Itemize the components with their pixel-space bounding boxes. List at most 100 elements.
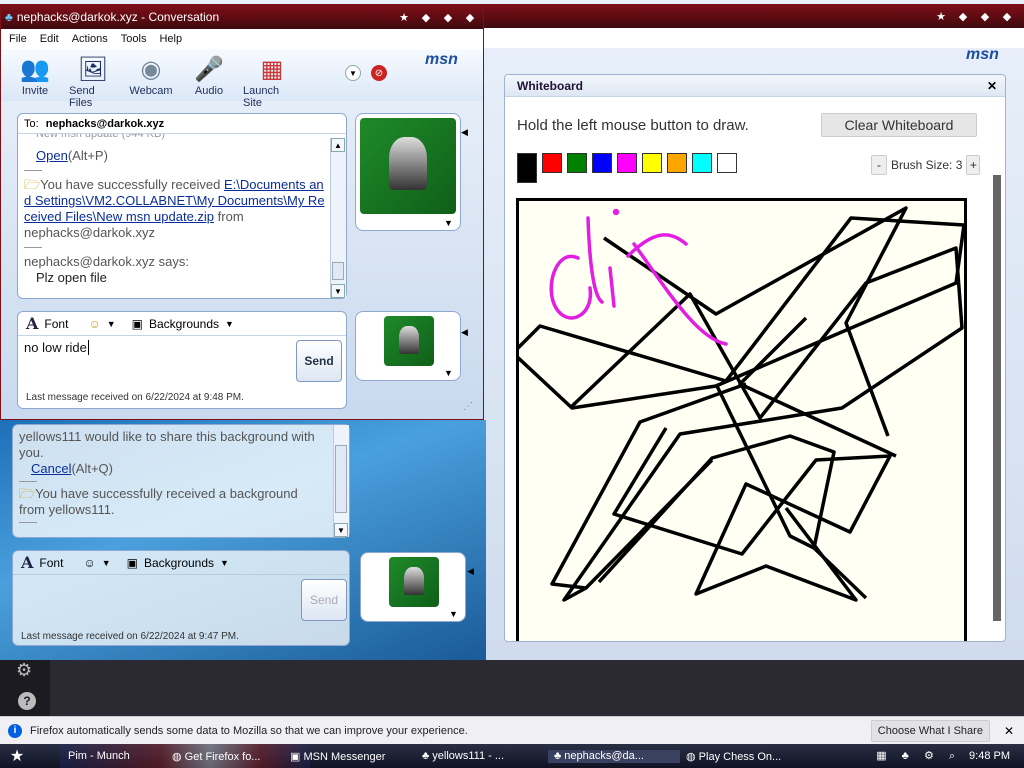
taskbar-item-active[interactable]: ♣ nephacks@da... [548, 749, 680, 763]
cancel-link[interactable]: Cancel [31, 461, 71, 476]
color-swatch[interactable] [642, 153, 662, 173]
backgrounds-button[interactable]: Backgrounds [144, 556, 214, 570]
recipient-address: nephacks@darkok.xyz [45, 118, 165, 130]
chevron-down-icon[interactable]: ▼ [107, 319, 116, 329]
scrollbar[interactable]: ▼ [333, 425, 349, 537]
received-background-message: You have successfully received a backgro… [19, 486, 298, 517]
window-title: nephacks@darkok.xyz - Conversation [16, 10, 220, 24]
chevron-down-icon[interactable]: ▼ [444, 368, 453, 378]
choose-what-i-share-button[interactable]: Choose What I Share [870, 719, 990, 742]
color-swatch[interactable] [517, 153, 537, 183]
msn-icon: ▣ [290, 750, 301, 763]
maximize-icon[interactable]: ◆ [441, 10, 455, 24]
toolbar: 👥 Invite 🖼 Send Files ◉ Webcam 🎤 Audio ▦ Laun… [1, 49, 483, 109]
chevron-down-icon[interactable]: ▼ [345, 65, 361, 81]
help-icon[interactable]: ? [18, 692, 36, 710]
chevron-down-icon[interactable]: ▼ [102, 558, 111, 568]
brush-size-control: - Brush Size: 3 + [871, 155, 981, 175]
background-window-titlebar[interactable]: ★ ◆ ◆ ◆ [480, 4, 1024, 28]
font-button[interactable]: Font [39, 556, 63, 570]
color-swatch[interactable] [667, 153, 687, 173]
chevron-right-icon[interactable]: ◀ [467, 566, 474, 577]
taskbar-item[interactable]: ◍ Play Chess On... [680, 750, 812, 763]
scroll-thumb[interactable] [335, 445, 347, 513]
drawing-canvas[interactable] [516, 198, 967, 642]
backgrounds-icon[interactable]: ▣ [127, 556, 138, 570]
font-icon[interactable]: A [26, 314, 38, 333]
taskbar-item[interactable]: ♣ yellows111 - ... [416, 750, 548, 763]
backgrounds-button[interactable]: Backgrounds [149, 317, 219, 331]
chat-scrollbar[interactable]: ▲ ▼ [330, 138, 346, 298]
color-swatch[interactable] [717, 153, 737, 173]
color-swatch[interactable] [617, 153, 637, 173]
webcam-button[interactable]: ◉ Webcam [127, 53, 175, 98]
resize-grip-icon[interactable]: ⋰ [463, 401, 473, 412]
start-button[interactable]: ★ [0, 746, 34, 766]
chevron-down-icon[interactable]: ▼ [225, 319, 234, 329]
emoticon-icon[interactable]: ☺ [88, 317, 100, 331]
conversation-window: ♣ nephacks@darkok.xyz - Conversation ★ ◆… [0, 4, 484, 420]
close-icon[interactable]: ✕ [1004, 724, 1014, 738]
firefox-notification-bar: i Firefox automatically sends some data … [0, 716, 1024, 744]
window-titlebar[interactable]: ♣ nephacks@darkok.xyz - Conversation ★ ◆… [1, 5, 483, 29]
msn-icon: ♣ [422, 749, 430, 762]
scroll-down-icon[interactable]: ▼ [331, 284, 345, 298]
minimize-icon[interactable]: ◆ [419, 10, 433, 24]
launch-site-button[interactable]: ▦ Launch Site [243, 53, 301, 110]
color-swatch[interactable] [542, 153, 562, 173]
star-icon[interactable]: ★ [934, 9, 948, 23]
audio-button[interactable]: 🎤 Audio [185, 53, 233, 98]
send-button[interactable]: Send [296, 340, 342, 382]
chevron-right-icon[interactable]: ◀ [461, 127, 468, 138]
scroll-thumb[interactable] [332, 262, 344, 280]
chevron-down-icon[interactable]: ▼ [444, 218, 453, 228]
block-icon[interactable]: ⊘ [371, 65, 387, 81]
send-files-button[interactable]: 🖼 Send Files [69, 53, 117, 110]
color-swatch[interactable] [692, 153, 712, 173]
scroll-up-icon[interactable]: ▲ [331, 138, 345, 152]
chevron-down-icon[interactable]: ▼ [220, 558, 229, 568]
close-icon[interactable]: ◆ [1000, 9, 1014, 23]
scroll-down-icon[interactable]: ▼ [334, 523, 348, 537]
vertical-scrollbar[interactable] [993, 175, 1001, 621]
microphone-icon: 🎤 [194, 55, 224, 83]
taskbar: ★ Pim - Munch ◍ Get Firefox fo... ▣ MSN … [0, 744, 1024, 768]
brush-increase-button[interactable]: + [966, 155, 981, 175]
taskbar-item[interactable]: Pim - Munch [34, 750, 154, 763]
star-icon[interactable]: ★ [397, 10, 411, 24]
emoticon-icon[interactable]: ☺ [83, 556, 95, 570]
taskbar-item[interactable]: ▣ MSN Messenger [284, 750, 416, 763]
tray-icons: ▦ ♣ ⚙ ⌕ [876, 750, 962, 762]
chevron-down-icon[interactable]: ▼ [449, 609, 458, 619]
color-swatch[interactable] [592, 153, 612, 173]
menu-file[interactable]: File [9, 33, 27, 45]
contact-avatar [360, 118, 456, 214]
font-icon[interactable]: A [21, 553, 33, 572]
firefox-icon: ◍ [686, 750, 696, 763]
background-chat-history: yellows111 would like to share this back… [12, 424, 350, 538]
close-icon[interactable]: ◆ [463, 10, 477, 24]
color-palette [517, 153, 737, 183]
menu-actions[interactable]: Actions [72, 33, 108, 45]
invite-button[interactable]: 👥 Invite [11, 53, 59, 98]
maximize-icon[interactable]: ◆ [978, 9, 992, 23]
close-icon[interactable]: ✕ [987, 79, 997, 93]
menu-help[interactable]: Help [159, 33, 182, 45]
clear-whiteboard-button[interactable]: Clear Whiteboard [821, 113, 977, 137]
background-compose-area: A Font ☺ ▼ ▣ Backgrounds ▼ Send Last messa… [12, 550, 350, 646]
open-link[interactable]: Open [36, 148, 68, 163]
chevron-right-icon[interactable]: ◀ [461, 327, 468, 338]
send-button[interactable]: Send [301, 579, 347, 621]
taskbar-item[interactable]: ◍ Get Firefox fo... [154, 750, 284, 763]
color-swatch[interactable] [567, 153, 587, 173]
gear-icon[interactable]: ⚙ [16, 660, 32, 681]
backgrounds-icon[interactable]: ▣ [132, 317, 143, 331]
brush-decrease-button[interactable]: - [871, 155, 887, 175]
message-input[interactable]: no low ride [24, 340, 89, 355]
menu-tools[interactable]: Tools [121, 33, 147, 45]
background-window-menubar [480, 28, 1024, 48]
menu-edit[interactable]: Edit [40, 33, 59, 45]
font-button[interactable]: Font [44, 317, 68, 331]
draw-hint: Hold the left mouse button to draw. [517, 117, 749, 134]
minimize-icon[interactable]: ◆ [956, 9, 970, 23]
